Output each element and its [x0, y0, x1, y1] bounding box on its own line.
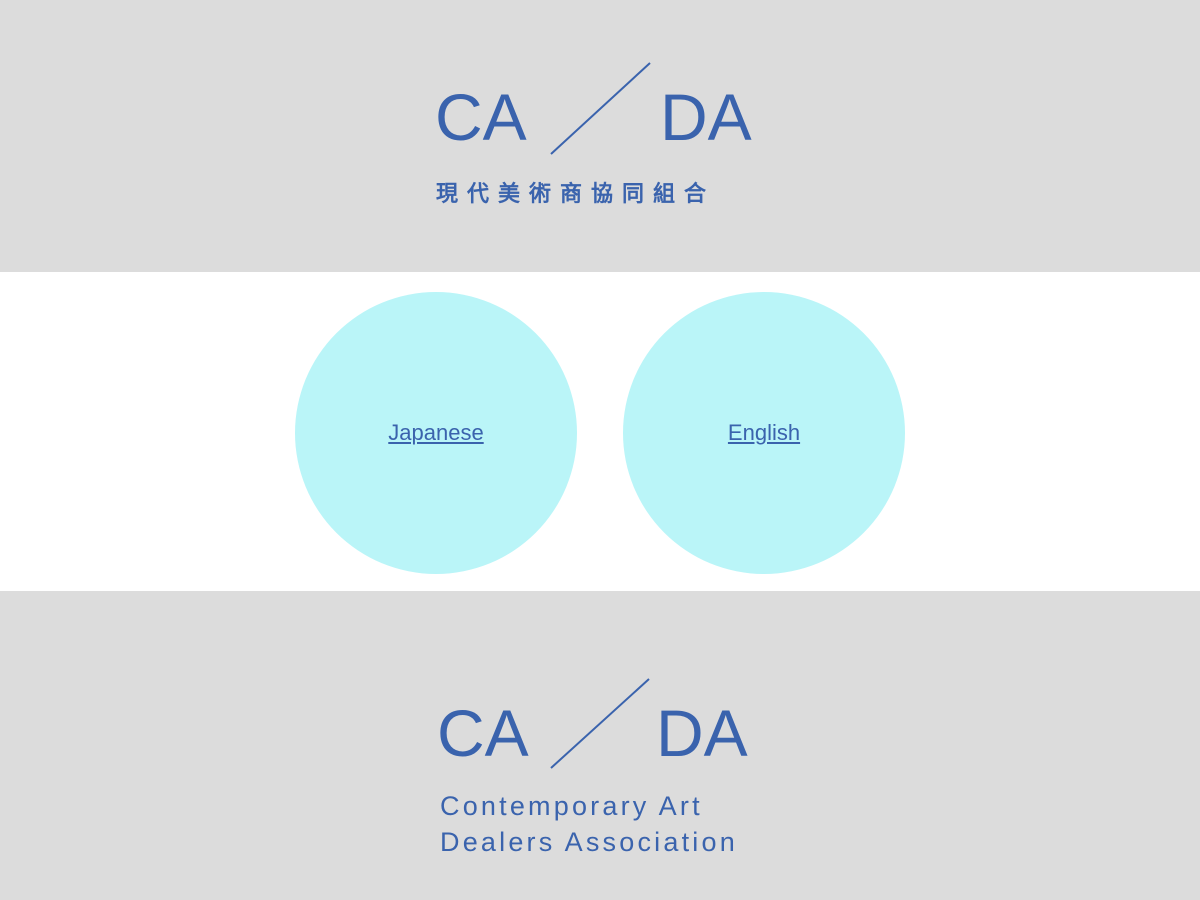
footer-band: CA DA Contemporary Art Dealers Associati…	[0, 591, 1200, 900]
logo-slash	[550, 62, 651, 155]
logo-ca-text: CA	[435, 80, 527, 154]
japanese-circle-button[interactable]: Japanese	[295, 292, 577, 574]
japanese-org-name: 現代美術商協同組合	[436, 182, 716, 207]
language-selector: Japanese English	[0, 272, 1200, 591]
english-circle-button[interactable]: English	[623, 292, 905, 574]
footer-logo-slash	[550, 678, 650, 769]
english-link[interactable]: English	[728, 420, 800, 446]
footer-org-name-line1: Contemporary Art	[440, 791, 703, 821]
logo-da-text: DA	[660, 80, 752, 154]
header-band: CA DA 現代美術商協同組合	[0, 0, 1200, 272]
footer-org-name-line2: Dealers Association	[440, 827, 738, 857]
japanese-link[interactable]: Japanese	[388, 420, 483, 446]
footer-logo-ca-text: CA	[437, 696, 529, 770]
footer-logo-da-text: DA	[656, 696, 748, 770]
